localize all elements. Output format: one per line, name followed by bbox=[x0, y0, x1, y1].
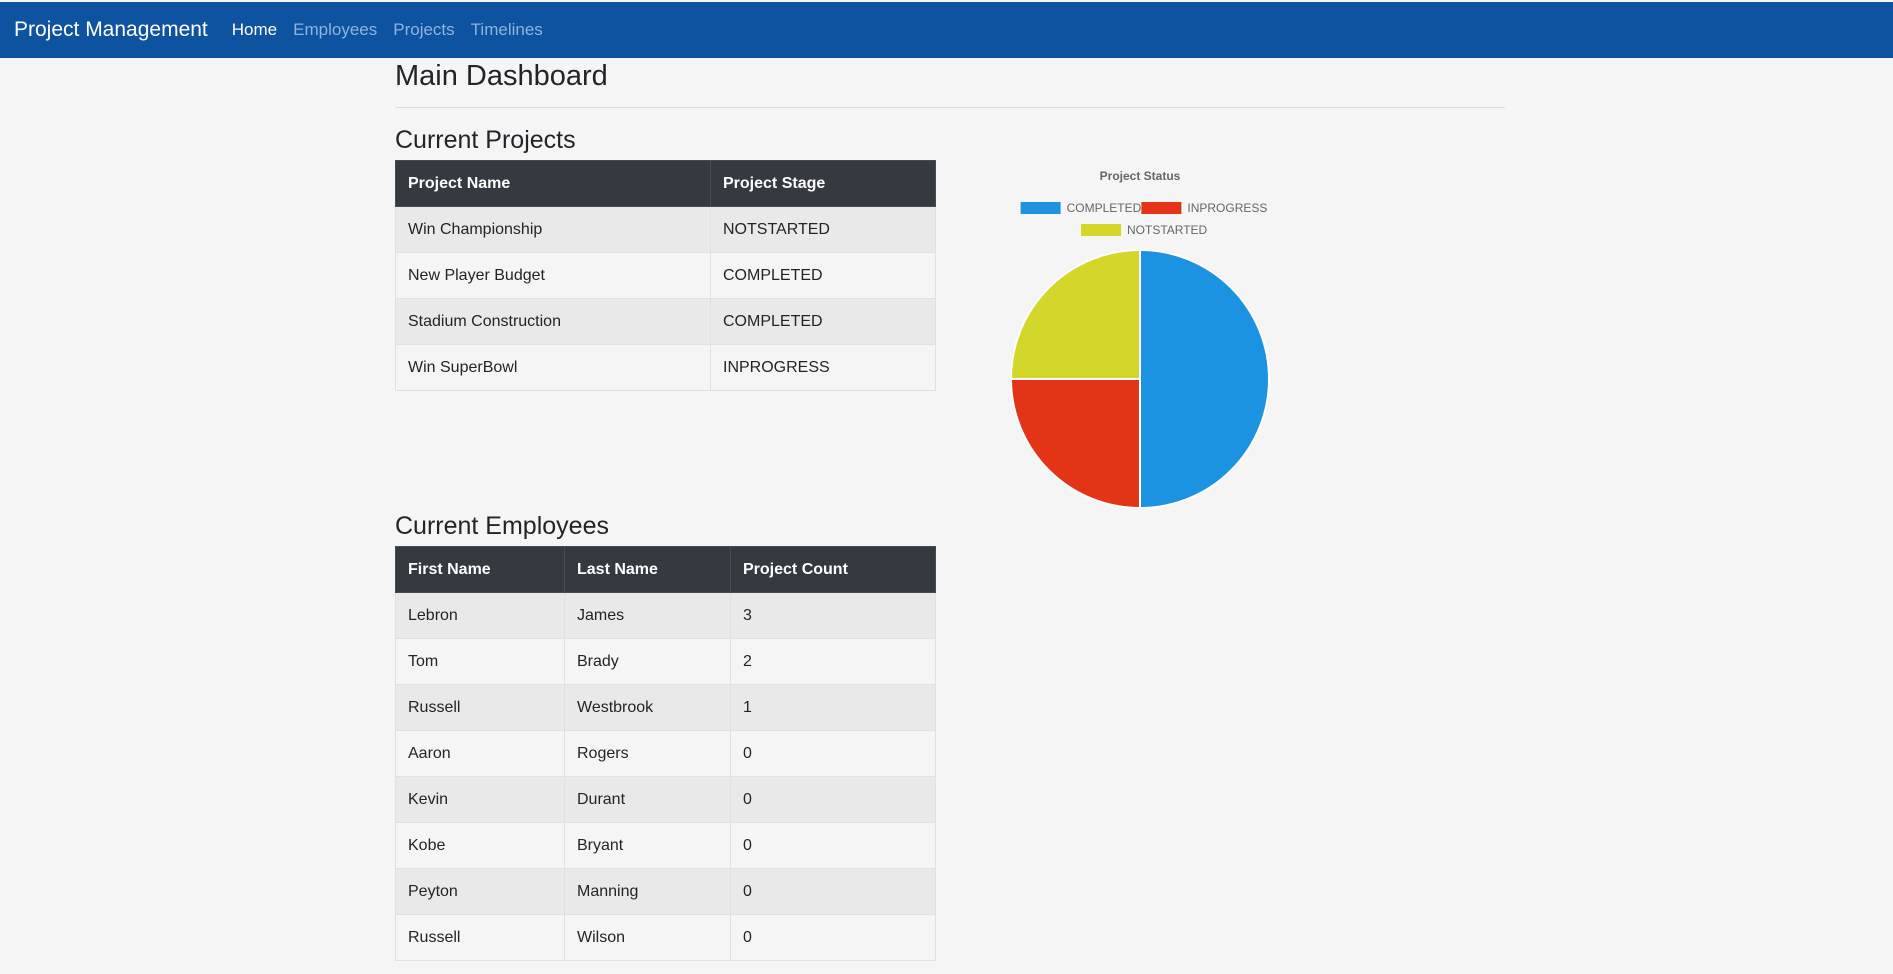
nav-link-timelines[interactable]: Timelines bbox=[471, 20, 543, 40]
legend-label-inprogress[interactable]: INPROGRESS bbox=[1187, 201, 1267, 215]
brand-link[interactable]: Project Management bbox=[14, 18, 208, 42]
employees-cell-project-count: 0 bbox=[730, 776, 936, 823]
projects-header-row: Project Name Project Stage bbox=[395, 160, 936, 207]
employees-row: Lebron James 3 bbox=[395, 592, 936, 639]
projects-row: Win Championship NOTSTARTED bbox=[395, 206, 936, 253]
employees-cell-first-name: Kobe bbox=[395, 822, 565, 869]
projects-table: Project Name Project Stage Win Champions… bbox=[395, 160, 936, 391]
employees-header-row: First Name Last Name Project Count bbox=[395, 546, 936, 593]
chart-title: Project Status bbox=[1100, 169, 1181, 183]
employees-row: Kobe Bryant 0 bbox=[395, 822, 936, 869]
projects-cell-project-name: Win Championship bbox=[395, 206, 711, 253]
projects-cell-project-stage: INPROGRESS bbox=[710, 344, 936, 391]
projects-cell-project-stage: COMPLETED bbox=[710, 298, 936, 345]
employees-cell-first-name: Russell bbox=[395, 914, 565, 961]
column-header-first-name: First Name bbox=[395, 546, 565, 593]
employees-cell-last-name: Durant bbox=[564, 776, 731, 823]
pie-slice-inprogress[interactable] bbox=[1009, 378, 1141, 510]
employees-heading: Current Employees bbox=[395, 512, 609, 540]
page-title: Main Dashboard bbox=[395, 60, 608, 92]
project-status-chart: Project Status COMPLETED INPROGRESS NOTSTA… bbox=[995, 160, 1285, 520]
employees-cell-first-name: Kevin bbox=[395, 776, 565, 823]
legend-label-notstarted[interactable]: NOTSTARTED bbox=[1127, 223, 1208, 237]
employees-cell-last-name: Rogers bbox=[564, 730, 731, 777]
employees-row: Aaron Rogers 0 bbox=[395, 730, 936, 777]
projects-row: New Player Budget COMPLETED bbox=[395, 252, 936, 299]
employees-cell-project-count: 0 bbox=[730, 914, 936, 961]
employees-cell-last-name: Wilson bbox=[564, 914, 731, 961]
employees-cell-first-name: Aaron bbox=[395, 730, 565, 777]
employees-cell-last-name: Bryant bbox=[564, 822, 731, 869]
legend-label-completed[interactable]: COMPLETED bbox=[1067, 201, 1142, 215]
employees-cell-last-name: Brady bbox=[564, 638, 731, 685]
employees-cell-last-name: James bbox=[564, 592, 731, 639]
employees-cell-last-name: Westbrook bbox=[564, 684, 731, 731]
projects-cell-project-name: Stadium Construction bbox=[395, 298, 711, 345]
employees-row: Peyton Manning 0 bbox=[395, 868, 936, 915]
pie-slices bbox=[1009, 248, 1270, 510]
chart-legend: COMPLETED INPROGRESS NOTSTARTED bbox=[1020, 201, 1267, 237]
column-header-project-name: Project Name bbox=[395, 160, 711, 207]
employees-cell-project-count: 0 bbox=[730, 822, 936, 869]
employees-cell-first-name: Tom bbox=[395, 638, 565, 685]
projects-heading: Current Projects bbox=[395, 126, 576, 154]
employees-row: Russell Westbrook 1 bbox=[395, 684, 936, 731]
employees-row: Russell Wilson 0 bbox=[395, 914, 936, 961]
employees-cell-first-name: Russell bbox=[395, 684, 565, 731]
nav-link-home[interactable]: Home bbox=[232, 20, 277, 40]
employees-cell-first-name: Lebron bbox=[395, 592, 565, 639]
employees-cell-first-name: Peyton bbox=[395, 868, 565, 915]
projects-cell-project-stage: COMPLETED bbox=[710, 252, 936, 299]
employees-cell-last-name: Manning bbox=[564, 868, 731, 915]
employees-row: Kevin Durant 0 bbox=[395, 776, 936, 823]
pie-chart-svg: Project Status COMPLETED INPROGRESS NOTSTA… bbox=[1009, 169, 1270, 510]
employees-cell-project-count: 0 bbox=[730, 730, 936, 777]
column-header-project-count: Project Count bbox=[730, 546, 936, 593]
title-divider bbox=[395, 107, 1505, 108]
legend-swatch-notstarted[interactable] bbox=[1081, 224, 1121, 236]
projects-row: Stadium Construction COMPLETED bbox=[395, 298, 936, 345]
pie-slice-notstarted[interactable] bbox=[1009, 248, 1141, 380]
employees-cell-project-count: 3 bbox=[730, 592, 936, 639]
nav-link-projects[interactable]: Projects bbox=[393, 20, 454, 40]
column-header-project-stage: Project Stage bbox=[710, 160, 936, 207]
pie-slice-completed[interactable] bbox=[1139, 248, 1270, 510]
projects-cell-project-name: Win SuperBowl bbox=[395, 344, 711, 391]
employees-cell-project-count: 1 bbox=[730, 684, 936, 731]
nav-link-employees[interactable]: Employees bbox=[293, 20, 377, 40]
employees-row: Tom Brady 2 bbox=[395, 638, 936, 685]
employees-table: First Name Last Name Project Count Lebro… bbox=[395, 546, 936, 961]
legend-swatch-inprogress[interactable] bbox=[1141, 202, 1182, 214]
employees-cell-project-count: 0 bbox=[730, 868, 936, 915]
projects-cell-project-name: New Player Budget bbox=[395, 252, 711, 299]
employees-cell-project-count: 2 bbox=[730, 638, 936, 685]
legend-swatch-completed[interactable] bbox=[1020, 202, 1061, 214]
column-header-last-name: Last Name bbox=[564, 546, 731, 593]
top-navbar: Project Management Home Employees Projec… bbox=[0, 2, 1893, 58]
projects-row: Win SuperBowl INPROGRESS bbox=[395, 344, 936, 391]
projects-cell-project-stage: NOTSTARTED bbox=[710, 206, 936, 253]
